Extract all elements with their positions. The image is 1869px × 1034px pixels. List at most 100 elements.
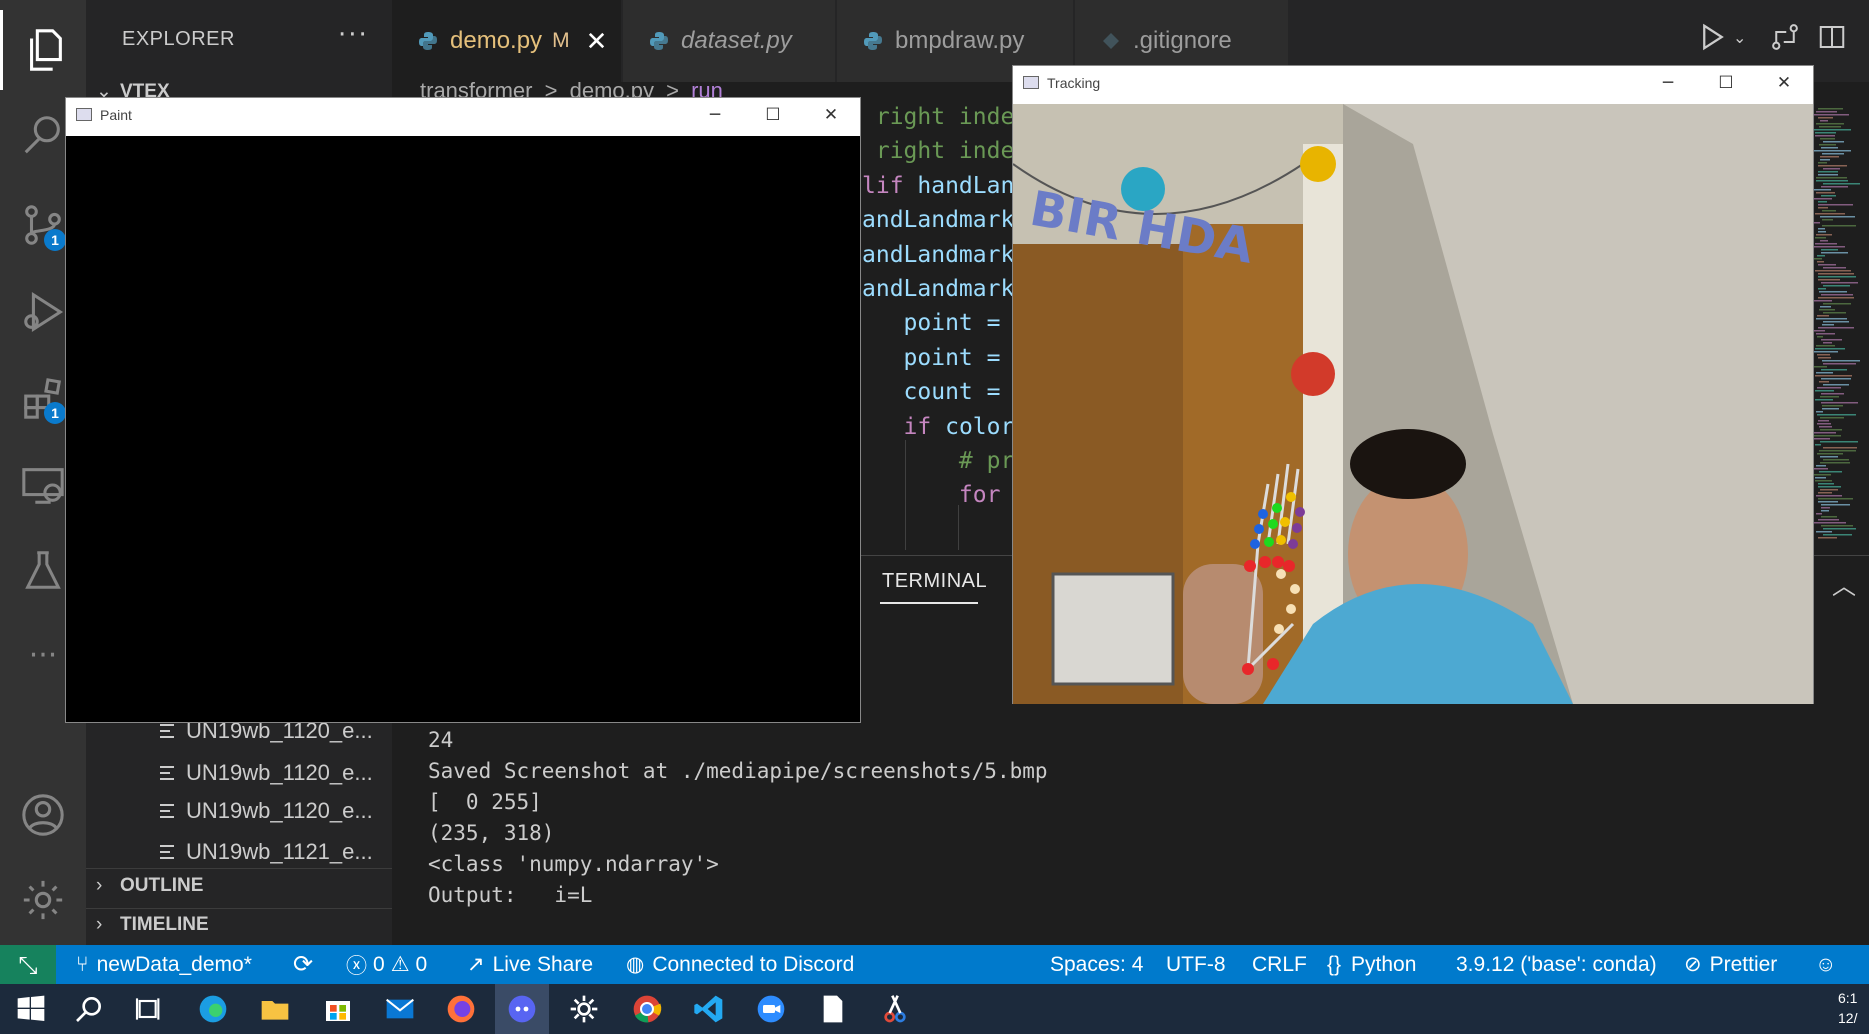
file-explorer-icon[interactable] (248, 984, 302, 1034)
run-dropdown-chevron-icon[interactable]: ⌄ (1733, 28, 1746, 47)
sync-icon[interactable]: ⟳ (293, 945, 313, 984)
vscode-icon[interactable] (682, 984, 736, 1034)
code-line: point = (862, 310, 1001, 337)
source-control-badge: 1 (44, 229, 66, 251)
discord-label: Connected to Discord (652, 952, 855, 976)
indent-guide (958, 505, 959, 550)
tab-demo-py[interactable]: demo.py M ✕ (392, 0, 622, 82)
terminal-line: [ 0 255] (428, 790, 542, 814)
window-app-icon (1023, 76, 1039, 89)
terminal-line: <class 'numpy.ndarray'> (428, 852, 719, 876)
run-file-button[interactable] (1700, 22, 1726, 56)
outline-section[interactable]: › OUTLINE (96, 875, 203, 897)
timeline-section[interactable]: › TIMELINE (96, 914, 209, 936)
language-label: Python (1351, 952, 1417, 976)
file-item[interactable]: UN19wb_1120_e... (160, 757, 373, 788)
terminal-line: 24 (428, 728, 454, 752)
code-line: # pr (862, 448, 1015, 474)
language-mode[interactable]: {} Python (1327, 945, 1416, 984)
window-app-icon (76, 108, 92, 121)
search-icon[interactable] (62, 984, 116, 1034)
play-icon (1703, 23, 1724, 51)
minimap[interactable] (1812, 108, 1862, 548)
minimize-button[interactable]: ─ (686, 98, 744, 131)
tab-terminal[interactable]: TERMINAL (882, 570, 987, 593)
task-view-icon[interactable] (122, 984, 176, 1034)
divider (86, 908, 392, 909)
zoom-icon[interactable] (744, 984, 798, 1034)
account-icon[interactable] (0, 775, 86, 855)
terminal-line: Output: i=L (428, 883, 593, 907)
clock-time: 6:1 (1838, 990, 1858, 1006)
tab-dataset-py[interactable]: dataset.py (623, 0, 836, 82)
error-icon: ⓧ (346, 954, 367, 978)
prettier-icon: ⊘ (1684, 953, 1702, 976)
settings-icon[interactable] (557, 984, 611, 1034)
live-share-button[interactable]: ↗ Live Share (467, 945, 593, 984)
minimize-button[interactable]: ─ (1639, 66, 1697, 99)
maximize-button[interactable]: ☐ (1697, 66, 1755, 99)
terminal-line: (235, 318) (428, 821, 555, 845)
remote-indicator-icon[interactable]: ⤡ (0, 945, 56, 984)
feedback-icon[interactable]: ☺ (1815, 945, 1836, 984)
branch-indicator[interactable]: ⑂ newData_demo* (76, 945, 252, 984)
globe-icon: ◍ (626, 953, 645, 976)
store-icon[interactable] (311, 984, 365, 1034)
maximize-button[interactable]: ☐ (744, 98, 802, 131)
encoding-status[interactable]: UTF-8 (1166, 945, 1226, 984)
chevron-right-icon: › (96, 914, 103, 935)
chrome-icon[interactable] (620, 984, 674, 1034)
close-button[interactable]: ✕ (802, 98, 860, 131)
divider (86, 868, 392, 869)
extensions-badge: 1 (44, 402, 66, 424)
branch-label: newData_demo* (96, 952, 252, 976)
timeline-label: TIMELINE (120, 914, 209, 935)
edge-icon[interactable] (186, 984, 240, 1034)
discord-status[interactable]: ◍ Connected to Discord (626, 945, 854, 984)
code-line: point = (862, 344, 1001, 371)
file-label: UN19wb_1121_e... (186, 838, 373, 864)
code-line: if color (862, 413, 1015, 440)
close-button[interactable]: ✕ (1755, 66, 1813, 99)
code-line: andLandmark (862, 241, 1015, 268)
chevron-right-icon: › (96, 875, 103, 896)
close-icon[interactable]: ✕ (586, 26, 608, 57)
webcam-feed: BIR HDA (1013, 104, 1813, 704)
eol-status[interactable]: CRLF (1252, 945, 1307, 984)
tab-label: demo.py (450, 27, 543, 54)
snipping-tool-icon[interactable] (868, 984, 922, 1034)
file-item[interactable]: UN19wb_1121_e... (160, 836, 373, 867)
file-label: UN19wb_1120_e... (186, 797, 373, 823)
paint-window[interactable]: Paint ─ ☐ ✕ (65, 97, 861, 723)
tab-label: dataset.py (681, 27, 792, 54)
indentation-status[interactable]: Spaces: 4 (1050, 945, 1143, 984)
file-item[interactable]: UN19wb_1120_e... (160, 795, 373, 826)
code-line: right inde (862, 104, 1015, 130)
window-title: Paint (100, 106, 132, 123)
maximize-panel-chevron-up-icon[interactable]: ︿ (1832, 566, 1856, 601)
problems-indicator[interactable]: ⓧ 0 ⚠ 0 (346, 945, 427, 984)
warning-icon: ⚠ (390, 953, 410, 976)
file-icon (160, 723, 174, 738)
outline-label: OUTLINE (120, 875, 204, 896)
discord-icon[interactable] (495, 984, 549, 1034)
python-file-icon (864, 32, 882, 50)
python-file-icon (650, 32, 668, 50)
compare-changes-button[interactable] (1770, 22, 1800, 56)
mail-icon[interactable] (373, 984, 427, 1034)
firefox-icon[interactable] (434, 984, 488, 1034)
split-editor-button[interactable] (1817, 22, 1847, 56)
live-share-icon: ↗ (467, 953, 485, 976)
settings-gear-icon[interactable] (0, 860, 86, 940)
code-line: right inde (862, 138, 1015, 165)
python-interpreter[interactable]: 3.9.12 ('base': conda) (1456, 945, 1657, 984)
code-lines[interactable]: right inde right inde lif handLan andLandm… (862, 100, 1022, 545)
system-clock[interactable]: 6:1 12/ (1838, 988, 1857, 1028)
start-icon[interactable] (4, 984, 58, 1034)
explorer-icon[interactable] (0, 10, 86, 90)
paint-canvas[interactable] (66, 136, 860, 722)
notepad-icon[interactable] (806, 984, 860, 1034)
prettier-status[interactable]: ⊘ Prettier (1684, 945, 1777, 984)
tracking-window[interactable]: Tracking ─ ☐ ✕ BIR HDA (1012, 65, 1814, 704)
sidebar-more-button[interactable]: ··· (338, 20, 369, 50)
